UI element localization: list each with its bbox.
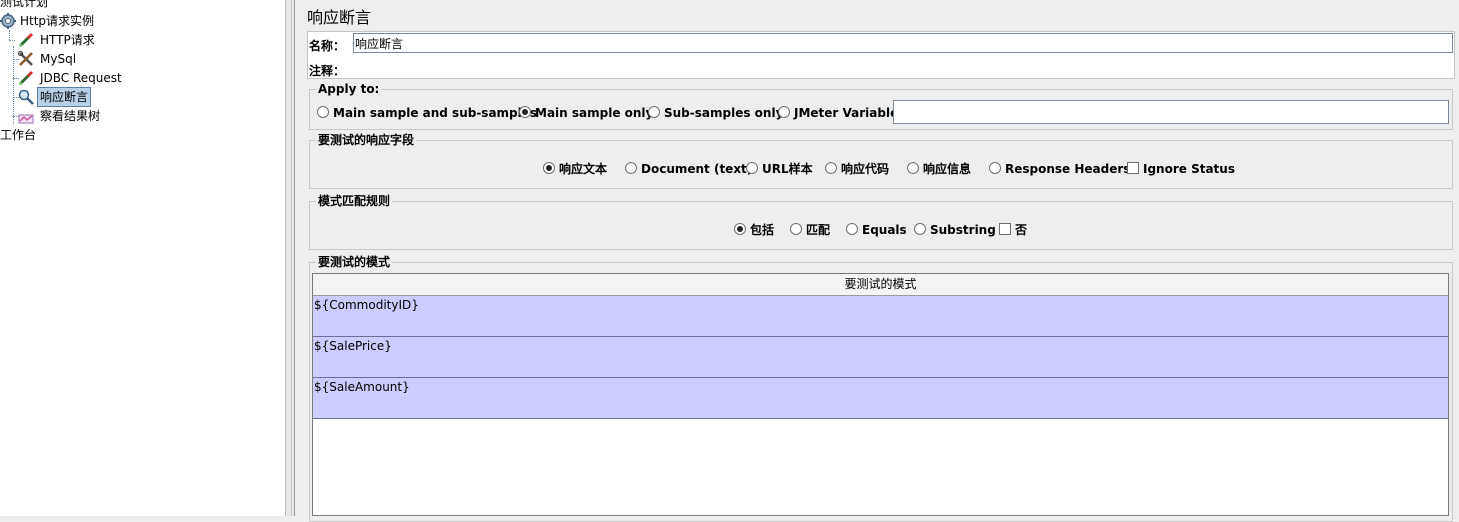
magnifier-icon bbox=[18, 89, 34, 105]
jmeter-variable-input[interactable] bbox=[893, 100, 1449, 124]
comment-field[interactable] bbox=[353, 60, 1453, 78]
radio-circle-icon bbox=[907, 162, 919, 174]
test-plan-tree[interactable]: 测试计划 Http请求实例 HTTP请求 MySql JDBC Request … bbox=[0, 0, 285, 516]
tree-item-test-plan[interactable]: 测试计划 bbox=[0, 0, 50, 11]
tree-item-label: 测试计划 bbox=[0, 0, 49, 9]
table-row[interactable]: ${SalePrice} bbox=[313, 337, 1448, 378]
option-label: 包括 bbox=[750, 223, 775, 237]
tree-item-workbench[interactable]: 工作台 bbox=[0, 126, 38, 144]
radio-main-and-sub-samples[interactable]: Main sample and sub-samples bbox=[317, 105, 537, 121]
radio-circle-icon bbox=[825, 162, 837, 174]
thread-group-gear-icon bbox=[0, 13, 16, 29]
name-field[interactable] bbox=[353, 33, 1453, 53]
table-cell[interactable]: ${CommodityID} bbox=[314, 298, 419, 312]
radio-selected-icon bbox=[734, 223, 746, 235]
option-label: Main sample only bbox=[535, 106, 654, 120]
radio-circle-icon bbox=[846, 223, 858, 235]
radio-response-text[interactable]: 响应文本 bbox=[543, 161, 607, 177]
checkbox-icon bbox=[999, 223, 1011, 235]
tree-connector bbox=[9, 30, 10, 40]
option-label: Response Headers bbox=[1005, 162, 1131, 176]
option-label: 响应文本 bbox=[559, 162, 608, 176]
comment-label: 注释： bbox=[309, 64, 346, 78]
page-title: 响应断言 bbox=[307, 8, 372, 27]
option-label: Equals bbox=[862, 223, 907, 237]
group-legend: Apply to: bbox=[316, 82, 382, 96]
tree-item-label: JDBC Request bbox=[40, 71, 122, 85]
radio-matches[interactable]: 匹配 bbox=[790, 222, 830, 238]
option-label: 响应代码 bbox=[841, 162, 890, 176]
option-label: Document (text) bbox=[641, 162, 753, 176]
table-row[interactable]: ${SaleAmount} bbox=[313, 378, 1448, 419]
column-header[interactable]: 要测试的模式 bbox=[313, 274, 1448, 296]
radio-selected-icon bbox=[543, 162, 555, 174]
tree-item-label: MySql bbox=[40, 52, 77, 66]
radio-circle-icon bbox=[625, 162, 637, 174]
sampler-dropper-icon bbox=[18, 32, 34, 48]
radio-document-text[interactable]: Document (text) bbox=[625, 161, 752, 177]
table-row[interactable]: ${CommodityID} bbox=[313, 296, 1448, 337]
option-label: JMeter Variable bbox=[794, 106, 899, 120]
radio-circle-icon bbox=[317, 106, 329, 118]
radio-circle-icon bbox=[914, 223, 926, 235]
radio-circle-icon bbox=[648, 106, 660, 118]
tree-connector bbox=[13, 46, 14, 124]
table-cell[interactable]: ${SaleAmount} bbox=[314, 380, 410, 394]
radio-circle-icon bbox=[790, 223, 802, 235]
group-legend: 要测试的响应字段 bbox=[316, 133, 417, 147]
tree-connector bbox=[9, 40, 15, 41]
ignore-status-checkbox[interactable]: Ignore Status bbox=[1127, 161, 1235, 177]
not-checkbox[interactable]: 否 bbox=[999, 222, 1027, 238]
tree-item-label: Http请求实例 bbox=[20, 14, 95, 28]
option-label: Ignore Status bbox=[1143, 162, 1235, 176]
radio-circle-icon bbox=[989, 162, 1001, 174]
option-label: Sub-samples only bbox=[664, 106, 784, 120]
table-cell[interactable]: ${SalePrice} bbox=[314, 339, 392, 353]
tree-item-label: 响应断言 bbox=[36, 87, 92, 107]
option-label: 匹配 bbox=[806, 223, 831, 237]
tree-item-label: 工作台 bbox=[0, 128, 37, 142]
radio-selected-icon bbox=[519, 106, 531, 118]
response-assertion-panel: 响应断言 名称： 注释： Apply to: Main sample and s… bbox=[297, 0, 1459, 522]
checkbox-icon bbox=[1127, 162, 1139, 174]
radio-response-headers[interactable]: Response Headers bbox=[989, 161, 1130, 177]
radio-equals[interactable]: Equals bbox=[846, 222, 907, 238]
sampler-dropper-icon bbox=[18, 70, 34, 86]
name-label: 名称： bbox=[309, 39, 346, 53]
radio-substring[interactable]: Substring bbox=[914, 222, 996, 238]
radio-main-sample-only[interactable]: Main sample only bbox=[519, 105, 653, 121]
option-label: 响应信息 bbox=[923, 162, 972, 176]
radio-contains[interactable]: 包括 bbox=[734, 222, 774, 238]
option-label: 否 bbox=[1015, 223, 1028, 237]
patterns-table[interactable]: 要测试的模式 ${CommodityID} ${SalePrice} ${Sal… bbox=[312, 273, 1449, 516]
radio-circle-icon bbox=[746, 162, 758, 174]
option-label: Main sample and sub-samples bbox=[333, 106, 538, 120]
radio-circle-icon bbox=[778, 106, 790, 118]
radio-sub-samples-only[interactable]: Sub-samples only bbox=[648, 105, 783, 121]
split-pane-divider[interactable] bbox=[285, 0, 295, 516]
tree-item-label: 察看结果树 bbox=[40, 109, 101, 123]
radio-response-code[interactable]: 响应代码 bbox=[825, 161, 889, 177]
group-legend: 要测试的模式 bbox=[316, 255, 393, 269]
group-legend: 模式匹配规则 bbox=[316, 194, 393, 208]
listener-chart-icon bbox=[18, 108, 34, 124]
config-tools-icon bbox=[18, 51, 34, 67]
option-label: Substring bbox=[930, 223, 996, 237]
option-label: URL样本 bbox=[762, 162, 813, 176]
radio-url-sample[interactable]: URL样本 bbox=[746, 161, 813, 177]
radio-jmeter-variable[interactable]: JMeter Variable bbox=[778, 105, 898, 121]
tree-item-label: HTTP请求 bbox=[40, 33, 95, 47]
radio-response-message[interactable]: 响应信息 bbox=[907, 161, 971, 177]
